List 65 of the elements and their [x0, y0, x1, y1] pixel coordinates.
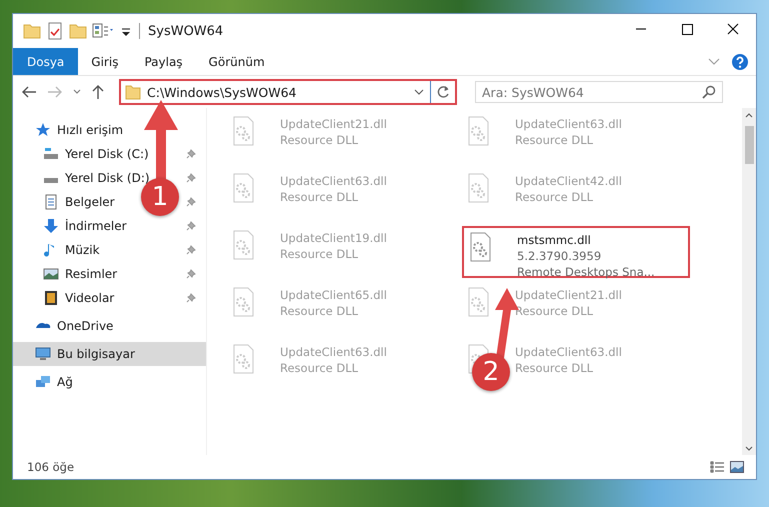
navigation-item[interactable]: OneDrive [13, 314, 206, 338]
search-field[interactable]: Ara: SysWOW64 [475, 81, 723, 103]
file-detail: Resource DLL [280, 360, 360, 376]
gear-file-icon [468, 116, 489, 146]
file-detail: Resource DLL [515, 189, 594, 205]
chevron-down-icon[interactable] [73, 89, 81, 95]
checklist-icon[interactable] [46, 22, 64, 40]
chevron-down-icon[interactable] [414, 89, 424, 95]
picture-icon [43, 266, 59, 282]
gear-file-icon [233, 344, 254, 374]
ribbon-tab[interactable]: Paylaş [131, 48, 196, 75]
refresh-icon[interactable] [436, 85, 450, 99]
ribbon-tab[interactable]: Dosya [13, 48, 78, 75]
navigation-item[interactable]: Hızlı erişim [13, 118, 206, 142]
gear-file-icon [468, 173, 489, 203]
navigation-item[interactable]: İndirmeler [65, 219, 127, 233]
navigation-item[interactable]: Videolar [65, 291, 114, 305]
star-icon [35, 122, 51, 138]
gear-file-icon [233, 116, 254, 146]
gear-file-icon [233, 173, 254, 203]
gear-file-icon [233, 287, 254, 317]
properties-icon[interactable] [92, 22, 116, 40]
large-icons-view-icon[interactable] [730, 461, 744, 473]
address-path: C:\Windows\SysWOW64 [147, 84, 296, 100]
gear-file-icon [468, 287, 489, 317]
help-icon[interactable] [732, 54, 748, 70]
monitor-icon [35, 346, 51, 362]
file-detail: Resource DLL [280, 246, 360, 262]
file-detail: Resource DLL [280, 303, 360, 319]
ribbon-tab[interactable]: Görünüm [196, 48, 278, 75]
download-arrow-icon [43, 218, 59, 234]
network-icon [35, 374, 51, 390]
navigation-item[interactable]: Ağ [13, 370, 206, 394]
folder-icon [125, 84, 141, 100]
film-icon [43, 290, 59, 306]
window-title: SysWOW64 [148, 24, 224, 38]
navigation-item[interactable]: Yerel Disk (C:) [65, 147, 149, 161]
scroll-thumb[interactable] [744, 126, 754, 164]
scrollbar[interactable] [742, 108, 756, 455]
scroll-down-icon[interactable] [745, 446, 753, 450]
file-detail: Resource DLL [515, 303, 594, 319]
scroll-up-icon[interactable] [745, 112, 753, 118]
file-detail: Resource DLL [515, 360, 594, 376]
navigation-item[interactable]: Müzik [65, 243, 100, 257]
search-icon[interactable] [702, 85, 716, 99]
up-arrow-icon[interactable] [91, 84, 105, 100]
ribbon-tab[interactable]: Giriş [78, 48, 132, 75]
document-icon [43, 194, 59, 210]
gear-file-icon [233, 230, 254, 260]
file-detail: Resource DLL [515, 132, 594, 148]
address-bar[interactable]: C:\Windows\SysWOW64 [119, 79, 457, 105]
file-detail: 5.2.3790.3959 [517, 248, 602, 264]
file-detail: Remote Desktops Sna... [517, 264, 655, 280]
back-arrow-icon[interactable] [21, 85, 37, 99]
navigation-item[interactable]: Bu bilgisayar [13, 342, 206, 366]
navigation-item[interactable]: Resimler [65, 267, 118, 281]
drive-icon [43, 148, 59, 160]
file-name: mstsmmc.dll [517, 232, 592, 248]
file-item[interactable]: mstsmmc.dll 5.2.3790.3959 Remote Desktops Sna... [462, 226, 690, 278]
file-detail: Resource DLL [280, 189, 360, 205]
gear-file-icon [470, 232, 491, 262]
file-detail: Resource DLL [280, 132, 360, 148]
navigation-item[interactable]: Belgeler [65, 195, 115, 209]
details-view-icon[interactable] [710, 461, 724, 473]
item-count: 106 öğe [27, 460, 74, 474]
